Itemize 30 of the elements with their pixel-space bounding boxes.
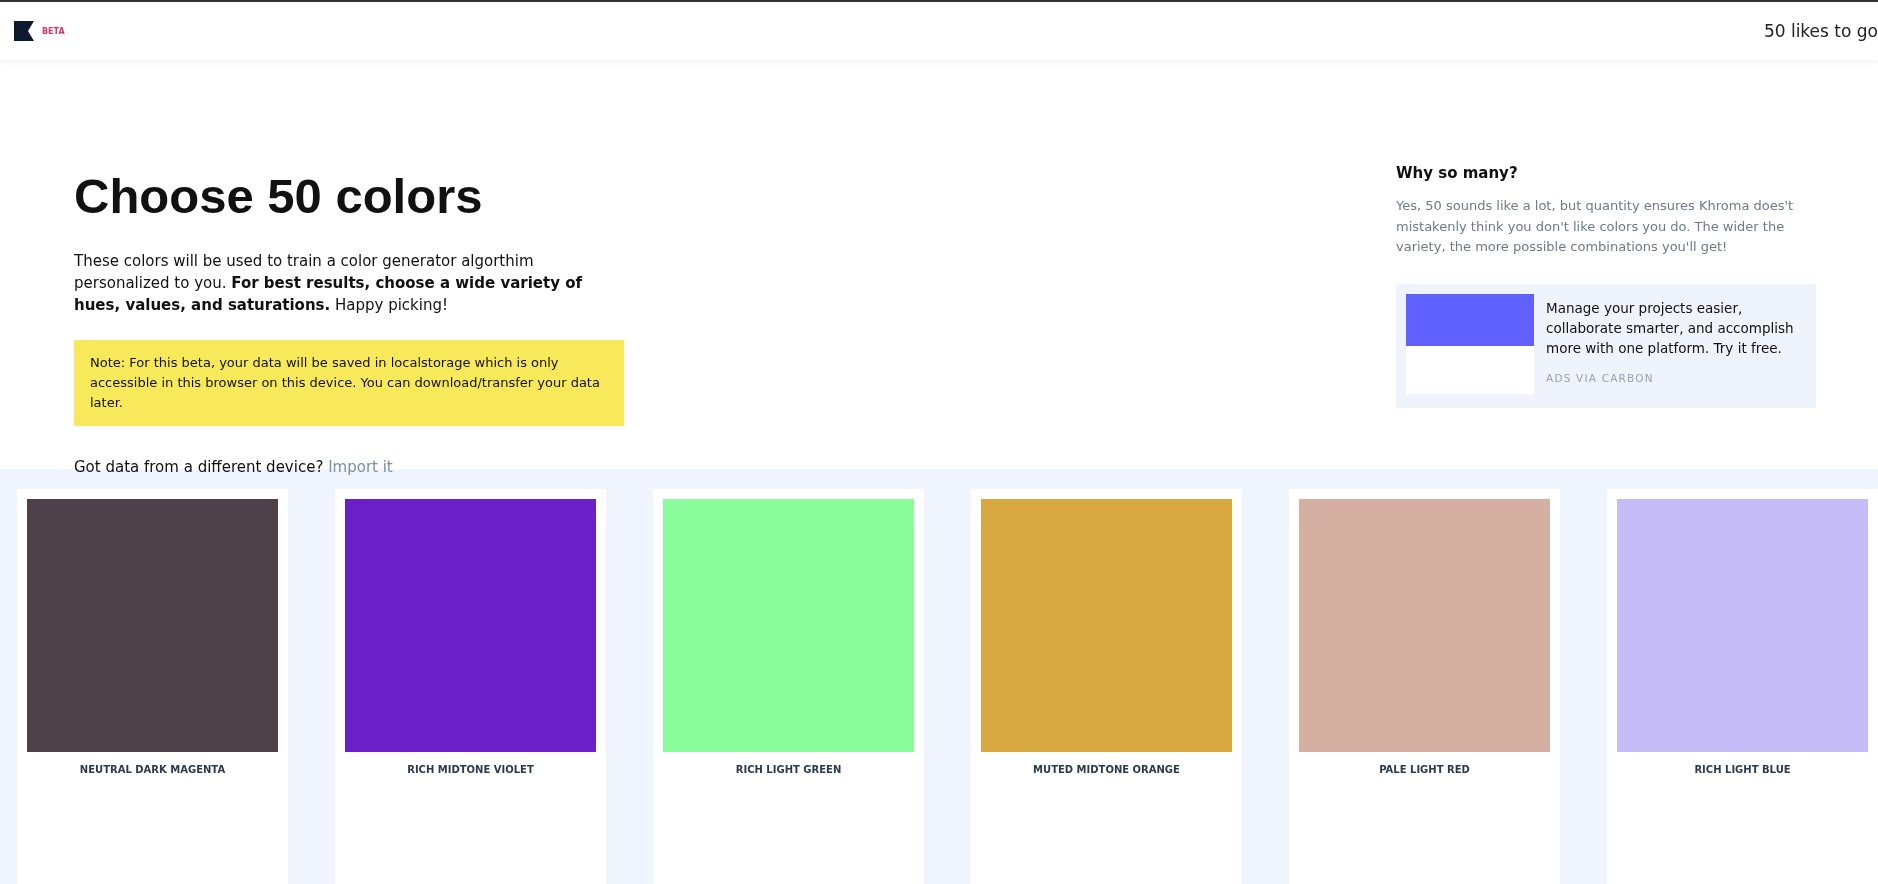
color-swatch[interactable] — [981, 499, 1232, 752]
color-swatch[interactable] — [663, 499, 914, 752]
intro-paragraph: These colors will be used to train a color generator algorthim personalized to you. For best results, choose a wide variety of hues, values, and saturations. Happy picking! — [74, 251, 584, 316]
color-swatch[interactable] — [27, 499, 278, 752]
color-name: RICH LIGHT GREEN — [734, 764, 843, 775]
swatch-card[interactable]: RICH MIDTONE VIOLET — [335, 489, 606, 884]
logo-icon[interactable] — [14, 21, 34, 41]
color-swatch[interactable] — [1299, 499, 1550, 752]
color-swatch[interactable] — [1617, 499, 1868, 752]
color-name: PALE LIGHT RED — [1378, 764, 1471, 775]
color-name: RICH LIGHT BLUE — [1693, 764, 1792, 775]
swatch-card[interactable]: RICH LIGHT BLUE — [1607, 489, 1878, 884]
color-swatch[interactable] — [345, 499, 596, 752]
color-name: MUTED MIDTONE ORANGE — [1032, 764, 1181, 775]
aside-text: Yes, 50 sounds like a lot, but quantity ensures Khroma does't mistakenly think you don't like colors you do. The wider the variety, the more possible combinations you'll get! — [1396, 197, 1795, 256]
ad-image-placeholder[interactable] — [1406, 293, 1534, 394]
swatch-card[interactable]: NEUTRAL DARK MAGENTA — [17, 489, 288, 884]
beta-label: BETA — [42, 26, 65, 36]
import-prompt: Got data from a different device? — [74, 458, 324, 476]
color-name: RICH MIDTONE VIOLET — [406, 764, 535, 775]
import-link[interactable]: Import it — [328, 458, 393, 476]
page-title: Choose 50 colors — [74, 168, 484, 224]
ad-text[interactable]: Manage your projects easier, collaborate smarter, and accomplish more with one platform. Try it free. — [1546, 297, 1806, 358]
swatch-card[interactable]: PALE LIGHT RED — [1289, 489, 1560, 884]
note-banner: Note: For this beta, your data will be saved in localstorage which is only accessible in this browser on this device. You can download/transfer your data later. — [74, 340, 624, 426]
likes-counter: 50 likes to go — [1763, 21, 1878, 41]
color-name: NEUTRAL DARK MAGENTA — [78, 764, 227, 775]
swatch-card[interactable]: RICH LIGHT GREEN — [653, 489, 924, 884]
aside-heading: Why so many? — [1396, 164, 1519, 182]
swatch-card[interactable]: MUTED MIDTONE ORANGE — [971, 489, 1242, 884]
